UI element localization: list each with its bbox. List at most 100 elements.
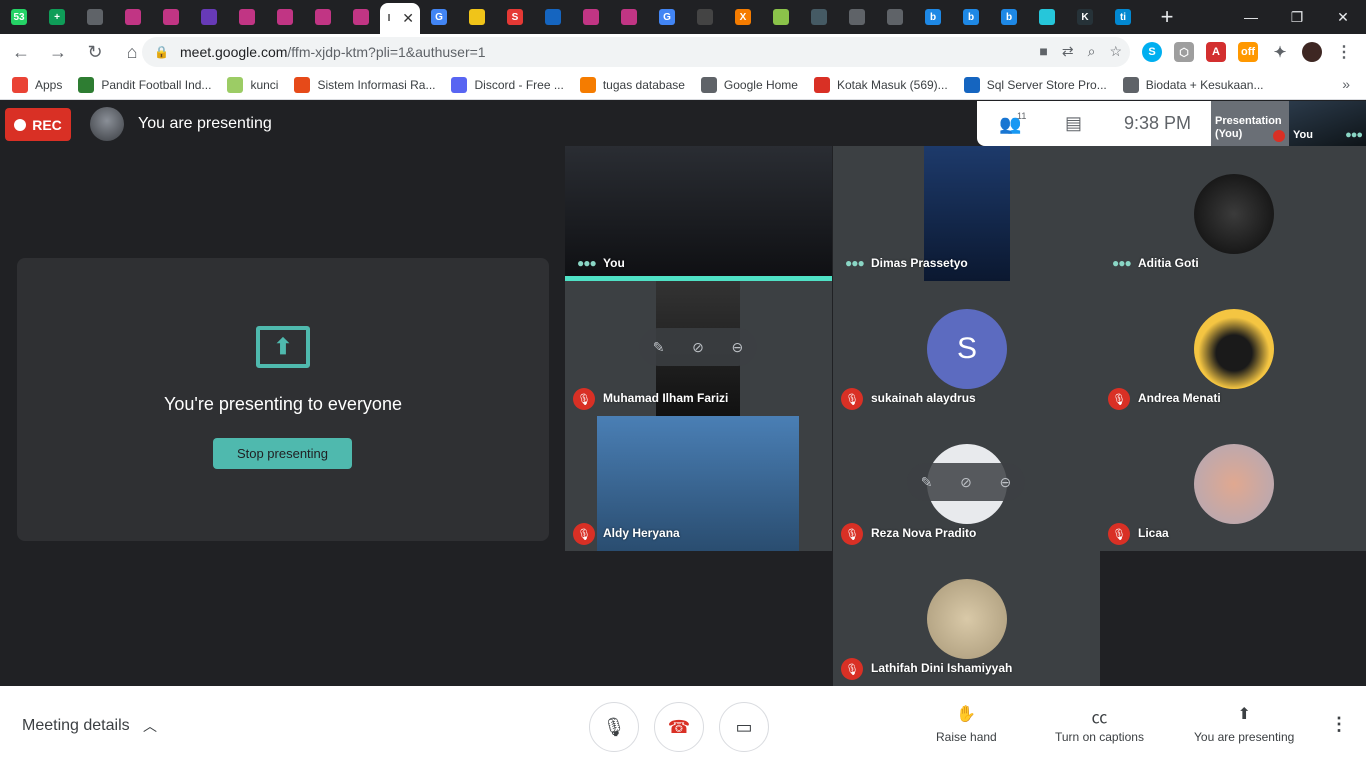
camera-icon[interactable]: ■ <box>1039 43 1047 60</box>
pdf-extension-icon[interactable]: A <box>1206 42 1226 62</box>
pin-icon[interactable]: ✎ <box>921 474 933 491</box>
bookmark-item[interactable]: Apps <box>12 76 62 93</box>
minimize-icon[interactable]: — <box>1228 0 1274 34</box>
bookmark-item[interactable]: Discord - Free ... <box>451 76 564 93</box>
browser-tab[interactable]: G <box>420 0 458 34</box>
restore-icon[interactable]: ❐ <box>1274 0 1320 34</box>
forward-icon[interactable]: → <box>42 36 74 68</box>
remove-icon[interactable]: ⊖ <box>999 474 1011 491</box>
address-bar[interactable]: 🔒 meet.google.com/ffm-xjdp-ktm?pli=1&aut… <box>142 37 1130 67</box>
browser-tab[interactable] <box>876 0 914 34</box>
browser-tab[interactable]: b <box>990 0 1028 34</box>
present-now-button[interactable]: ⬆ You are presenting <box>1194 704 1294 744</box>
new-tab-button[interactable]: + <box>1152 4 1182 30</box>
close-tab-icon[interactable]: ✕ <box>402 10 414 27</box>
chevron-up-icon[interactable]: ︿ <box>143 716 157 736</box>
browser-tab[interactable] <box>76 0 114 34</box>
browser-tab[interactable] <box>534 0 572 34</box>
browser-tab[interactable]: K <box>1066 0 1104 34</box>
recording-badge: REC <box>5 108 71 141</box>
bookmark-item[interactable]: Kotak Masuk (569)... <box>813 76 948 93</box>
active-tab[interactable]: I ✕ <box>380 3 420 34</box>
sheets-icon: + <box>49 9 65 25</box>
site-icon <box>811 9 827 25</box>
participant-tile[interactable]: ●●● Aditia Goti <box>1100 146 1366 281</box>
bookmark-label: Discord - Free ... <box>474 77 564 92</box>
leave-call-button[interactable]: ☎ <box>654 702 704 752</box>
meeting-details-button[interactable]: Meeting details <box>22 717 130 735</box>
browser-tab[interactable] <box>1028 0 1066 34</box>
browser-tab[interactable] <box>572 0 610 34</box>
chat-icon[interactable]: ▤ <box>1065 113 1082 134</box>
browser-tab[interactable] <box>304 0 342 34</box>
bookmark-item[interactable]: Biodata + Kesukaan... <box>1122 76 1263 93</box>
browser-tab[interactable] <box>342 0 380 34</box>
close-window-icon[interactable]: ✕ <box>1320 0 1366 34</box>
skype-icon[interactable]: S <box>1142 42 1162 62</box>
bookmark-item[interactable]: Sql Server Store Pro... <box>963 76 1107 93</box>
zoom-icon[interactable]: ⌕ <box>1088 43 1096 60</box>
browser-tab[interactable]: G <box>648 0 686 34</box>
participant-tile[interactable]: 🎙 Andrea Menati <box>1100 281 1366 416</box>
bookmark-item[interactable]: tugas database <box>579 76 685 93</box>
presentation-preview[interactable]: Presentation (You) <box>1211 101 1289 146</box>
camera-button[interactable]: ▭ <box>719 702 769 752</box>
browser-tab[interactable] <box>762 0 800 34</box>
browser-tab[interactable] <box>228 0 266 34</box>
participant-tile[interactable]: 🎙 Licaa <box>1100 416 1366 551</box>
participant-tile[interactable]: ✎ ⊘ ⊖ 🎙 Reza Nova Pradito <box>833 416 1100 551</box>
adblock-icon[interactable]: off <box>1238 42 1258 62</box>
bookmark-item[interactable]: Google Home <box>700 76 798 93</box>
lock-icon[interactable]: 🔒 <box>154 45 172 59</box>
microphone-button[interactable]: 🎙 <box>589 702 639 752</box>
browser-tab[interactable]: b <box>952 0 990 34</box>
browser-tab[interactable]: S <box>496 0 534 34</box>
self-preview[interactable]: You ●●● <box>1289 101 1366 146</box>
pin-icon[interactable]: ✎ <box>653 339 665 356</box>
captions-button[interactable]: ㏄ Turn on captions <box>1055 704 1144 744</box>
translate-icon[interactable]: ⇄ <box>1062 43 1074 60</box>
browser-tab[interactable]: ti <box>1104 0 1142 34</box>
more-options-icon[interactable]: ⋮ <box>1330 714 1348 735</box>
bookmark-item[interactable]: Sistem Informasi Ra... <box>294 76 435 93</box>
browser-tab[interactable] <box>800 0 838 34</box>
participant-tile[interactable]: 🎙 Lathifah Dini Ishamiyyah <box>833 551 1100 686</box>
browser-tab[interactable]: 53 <box>0 0 38 34</box>
b-icon: b <box>925 9 941 25</box>
back-icon[interactable]: ← <box>5 36 37 68</box>
browser-tab[interactable] <box>686 0 724 34</box>
participant-tile[interactable]: ●●● You <box>565 146 832 281</box>
browser-tab[interactable]: b <box>914 0 952 34</box>
mute-participant-icon[interactable]: ⊘ <box>692 339 704 356</box>
participant-tile[interactable]: ●●● Dimas Prassetyo <box>833 146 1100 281</box>
star-icon[interactable]: ☆ <box>1109 43 1122 60</box>
browser-tab[interactable] <box>152 0 190 34</box>
extensions-icon[interactable]: ✦ <box>1270 42 1290 62</box>
remove-icon[interactable]: ⊖ <box>731 339 743 356</box>
browser-tab[interactable] <box>610 0 648 34</box>
raise-hand-button[interactable]: ✋ Raise hand <box>936 704 997 744</box>
presentation-preview-label: Presentation (You) <box>1215 115 1282 140</box>
profile-avatar[interactable] <box>1302 42 1322 62</box>
participant-tile[interactable]: 🎙 Aldy Heryana <box>565 416 832 551</box>
menu-icon[interactable]: ⋮ <box>1334 42 1354 62</box>
instagram-icon <box>239 9 255 25</box>
reload-icon[interactable]: ↻ <box>79 36 111 68</box>
browser-tab[interactable] <box>266 0 304 34</box>
muted-mic-icon: 🎙 <box>1108 388 1130 410</box>
bookmark-item[interactable]: Pandit Football Ind... <box>78 76 211 93</box>
box-extension-icon[interactable]: ⬡ <box>1174 42 1194 62</box>
participant-tile[interactable]: S 🎙 sukainah alaydrus <box>833 281 1100 416</box>
captions-icon: ㏄ <box>1091 710 1108 727</box>
browser-tab[interactable] <box>114 0 152 34</box>
browser-tab[interactable] <box>190 0 228 34</box>
bookmarks-overflow-icon[interactable]: » <box>1342 76 1350 92</box>
stop-presenting-button[interactable]: Stop presenting <box>213 438 352 469</box>
mute-participant-icon[interactable]: ⊘ <box>960 474 972 491</box>
browser-tab[interactable]: + <box>38 0 76 34</box>
participant-tile[interactable]: ✎ ⊘ ⊖ 🎙 Muhamad Ilham Farizi <box>565 281 832 416</box>
browser-tab[interactable]: X <box>724 0 762 34</box>
bookmark-item[interactable]: kunci <box>227 76 278 93</box>
browser-tab[interactable] <box>838 0 876 34</box>
browser-tab[interactable] <box>458 0 496 34</box>
